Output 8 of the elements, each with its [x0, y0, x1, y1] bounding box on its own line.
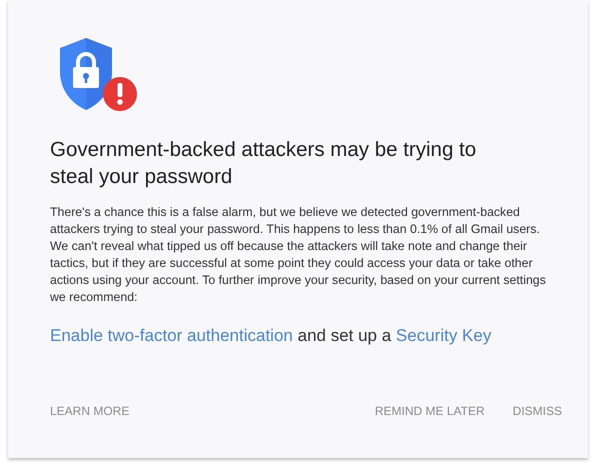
recommendation-text: Enable two-factor authentication and set up a Security Key — [50, 326, 492, 346]
warning-message: There's a chance this is a false alarm, but we believe we detected government-backed attackers trying to steal your password. This happens to less than 0.1% of all Gmail users. We can't reveal what tipped us off because the attackers will take note and change their tactics, but if they are successful at some point they could access your data or take other actions using your account. To further improve your security, based on your current settings we recommend: — [50, 204, 547, 306]
warning-title: Government-backed attackers may be trying to steal your password — [50, 137, 478, 190]
recommendation-link[interactable]: Security Key — [396, 326, 492, 345]
recommendation-link[interactable]: Enable two-factor authentication — [50, 326, 293, 345]
action-button[interactable]: REMIND ME LATER — [360, 396, 499, 426]
learn-more-button[interactable]: LEARN MORE — [36, 396, 144, 426]
action-button[interactable]: DISMISS — [498, 396, 576, 426]
